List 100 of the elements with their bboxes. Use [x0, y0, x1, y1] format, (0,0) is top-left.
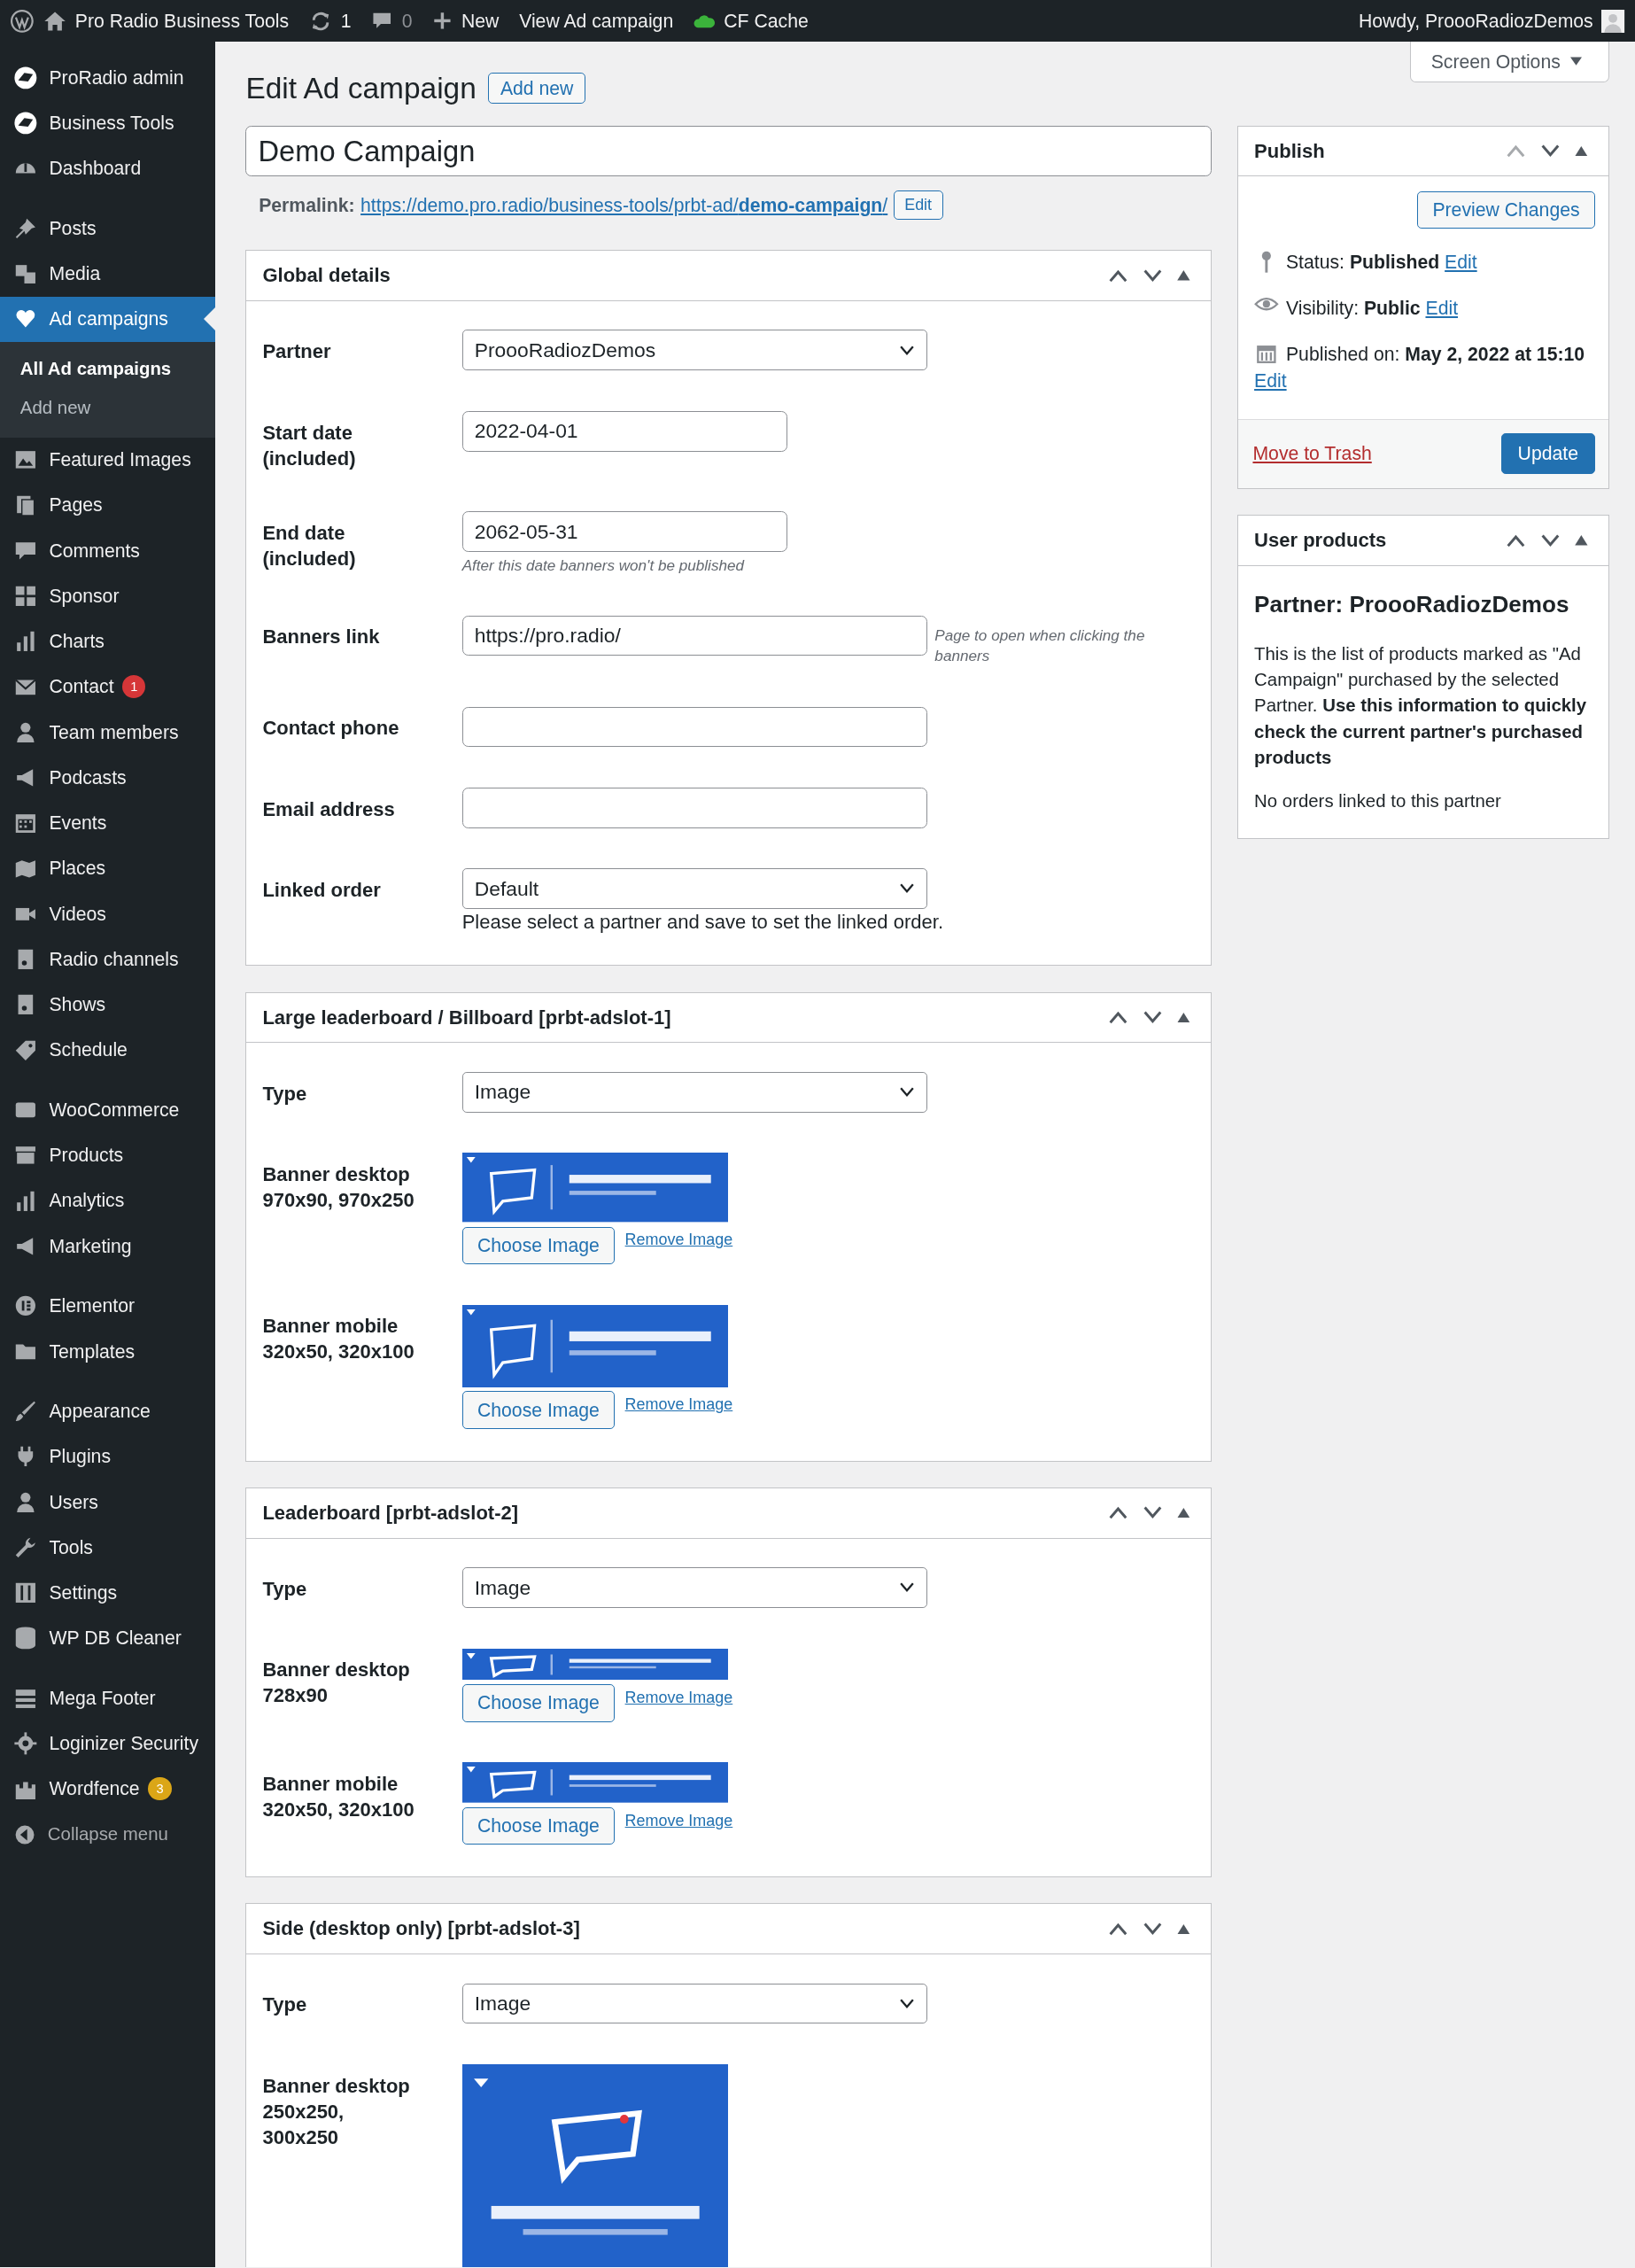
permalink-link[interactable]: https://demo.pro.radio/business-tools/prbt-ad/demo-campaign/: [360, 194, 888, 216]
menu-item[interactable]: Templates: [0, 1328, 216, 1375]
chevron-up-icon[interactable]: [1107, 1011, 1128, 1024]
menu-item[interactable]: Videos: [0, 891, 216, 937]
field-hint: Page to open when clicking the banners: [934, 625, 1146, 666]
update-count[interactable]: 1: [340, 10, 352, 32]
remove-image-link[interactable]: Remove Image: [624, 1391, 733, 1415]
screen-options-button[interactable]: Screen Options: [1409, 42, 1609, 82]
select-field[interactable]: Image: [461, 1567, 928, 1608]
chevron-down-icon[interactable]: [1143, 1922, 1163, 1936]
choose-image-button[interactable]: Choose Image: [461, 1391, 616, 1429]
menu-item[interactable]: Plugins: [0, 1433, 216, 1480]
menu-item[interactable]: Marketing: [0, 1223, 216, 1270]
field-label: Start date (included): [262, 420, 357, 471]
menu-item[interactable]: Analytics: [0, 1177, 216, 1224]
menu-item[interactable]: Settings: [0, 1570, 216, 1616]
publish-status-text: Visibility: Public: [1285, 298, 1421, 319]
edit-link[interactable]: Edit: [1445, 251, 1477, 272]
collapse-menu-button[interactable]: Collapse menu: [0, 1812, 216, 1858]
text-field[interactable]: https://pro.radio/: [461, 615, 928, 656]
chevron-up-icon[interactable]: [1107, 1506, 1128, 1520]
menu-item[interactable]: Mega Footer: [0, 1675, 216, 1721]
menu-item[interactable]: Dashboard: [0, 145, 216, 191]
chevron-down-icon[interactable]: [1143, 268, 1163, 283]
cache-link[interactable]: CF Cache: [724, 10, 809, 32]
wordpress-logo-icon[interactable]: [10, 8, 35, 34]
edit-link[interactable]: Edit: [1254, 367, 1585, 394]
site-name-link[interactable]: Pro Radio Business Tools: [74, 10, 290, 32]
menu-item[interactable]: Contact 1: [0, 664, 216, 711]
new-link[interactable]: New: [461, 10, 500, 32]
select-field[interactable]: Image: [461, 1071, 928, 1113]
choose-image-button[interactable]: Choose Image: [461, 1226, 616, 1264]
text-field[interactable]: [461, 706, 928, 748]
remove-image-link[interactable]: Remove Image: [624, 1226, 733, 1250]
triangle-up-icon[interactable]: [1177, 1012, 1190, 1023]
menu-item[interactable]: Podcasts: [0, 755, 216, 801]
plus-icon[interactable]: [432, 11, 453, 32]
chevron-down-icon[interactable]: [1539, 533, 1561, 548]
menu-item[interactable]: Products: [0, 1132, 216, 1178]
menu-item[interactable]: Pages: [0, 482, 216, 529]
triangle-up-icon[interactable]: [1177, 1923, 1190, 1934]
menu-item[interactable]: Charts: [0, 618, 216, 664]
triangle-up-icon[interactable]: [1575, 535, 1588, 546]
title-field[interactable]: Demo Campaign: [245, 126, 1212, 177]
menu-item[interactable]: Media: [0, 251, 216, 297]
choose-image-button[interactable]: Choose Image: [461, 1806, 616, 1845]
select-field[interactable]: ProooRadiozDemos: [461, 330, 928, 371]
menu-item[interactable]: Ad campaigns: [0, 296, 216, 342]
triangle-up-icon[interactable]: [1575, 146, 1588, 157]
date-field[interactable]: 2022-04-01: [461, 410, 787, 452]
menu-item[interactable]: Radio channels: [0, 936, 216, 983]
chevron-up-icon[interactable]: [1505, 533, 1526, 548]
text-field[interactable]: [461, 787, 928, 828]
menu-item[interactable]: Schedule: [0, 1027, 216, 1074]
menu-item[interactable]: Appearance: [0, 1388, 216, 1434]
menu-item[interactable]: Featured Images: [0, 437, 216, 483]
cloud-icon[interactable]: [694, 12, 716, 29]
menu-item[interactable]: Tools: [0, 1525, 216, 1571]
chevron-down-icon[interactable]: [1539, 144, 1561, 159]
chevron-down-icon: [899, 1087, 916, 1098]
field-label: Banner desktop 250x250, 300x250: [262, 2073, 411, 2150]
menu-item[interactable]: Elementor: [0, 1283, 216, 1329]
menu-item[interactable]: Shows: [0, 982, 216, 1028]
move-to-trash-link[interactable]: Move to Trash: [1252, 442, 1372, 464]
select-field[interactable]: Default: [461, 868, 928, 909]
menu-item[interactable]: Comments: [0, 528, 216, 574]
menu-item[interactable]: Wordfence 3: [0, 1766, 216, 1813]
triangle-up-icon[interactable]: [1177, 1508, 1190, 1518]
choose-image-button[interactable]: Choose Image: [461, 1684, 616, 1722]
edit-permalink-button[interactable]: Edit: [893, 190, 943, 221]
comment-count[interactable]: 0: [401, 10, 413, 32]
submenu-item[interactable]: All Ad campaigns: [0, 349, 216, 389]
menu-item[interactable]: WP DB Cleaner: [0, 1615, 216, 1661]
menu-item[interactable]: ProRadio admin: [0, 55, 216, 101]
update-button[interactable]: Update: [1500, 433, 1595, 474]
edit-link[interactable]: Edit: [1425, 298, 1459, 319]
menu-item[interactable]: Business Tools: [0, 100, 216, 146]
menu-item[interactable]: Loginizer Security: [0, 1720, 216, 1767]
chevron-up-icon[interactable]: [1107, 1922, 1128, 1936]
menu-item[interactable]: Posts: [0, 206, 216, 252]
remove-image-link[interactable]: Remove Image: [624, 1806, 733, 1830]
chevron-up-icon[interactable]: [1107, 268, 1128, 283]
remove-image-link[interactable]: Remove Image: [624, 1684, 733, 1708]
avatar-icon[interactable]: [1601, 9, 1625, 33]
date-field[interactable]: 2062-05-31: [461, 511, 787, 553]
chevron-down-icon[interactable]: [1143, 1011, 1163, 1024]
view-link[interactable]: View Ad campaign: [519, 10, 674, 32]
menu-item[interactable]: WooCommerce: [0, 1087, 216, 1133]
select-field[interactable]: Image: [461, 1983, 928, 2024]
menu-item[interactable]: Sponsor: [0, 573, 216, 619]
menu-item[interactable]: Events: [0, 800, 216, 846]
menu-item[interactable]: Places: [0, 845, 216, 892]
submenu-item[interactable]: Add new: [0, 388, 216, 428]
add-new-button[interactable]: Add new: [487, 72, 586, 105]
menu-item[interactable]: Users: [0, 1479, 216, 1526]
menu-item[interactable]: Team members: [0, 710, 216, 756]
preview-changes-button[interactable]: Preview Changes: [1417, 190, 1595, 229]
triangle-up-icon[interactable]: [1177, 270, 1190, 281]
greeting-link[interactable]: Howdy, ProooRadiozDemos: [1358, 10, 1593, 32]
chevron-down-icon[interactable]: [1143, 1506, 1163, 1520]
